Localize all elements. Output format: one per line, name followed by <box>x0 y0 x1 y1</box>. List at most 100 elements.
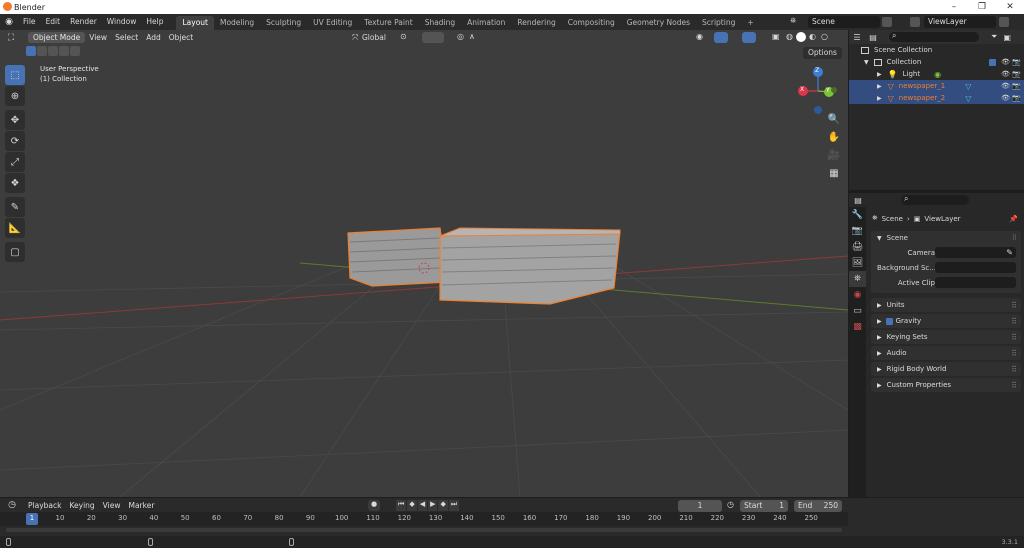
viewport-scene[interactable] <box>0 30 848 497</box>
outliner-editor-type-icon[interactable]: ☰ <box>849 33 865 42</box>
expand-arrow-icon[interactable]: ▶ <box>877 95 882 102</box>
menu-view[interactable]: View <box>85 30 111 45</box>
render-camera-icon[interactable]: 📷 <box>1012 82 1021 90</box>
frame-end-field[interactable]: End 250 <box>794 500 842 512</box>
scene-panel-header[interactable]: ▼ Scene ⠿ <box>871 231 1021 245</box>
tab-scripting[interactable]: Scripting <box>696 16 741 30</box>
pivot-icon[interactable]: ⊙ <box>400 32 407 41</box>
viewlayer-field[interactable]: ViewLayer <box>924 16 996 28</box>
shading-wireframe-icon[interactable]: ◍ <box>786 32 793 41</box>
tab-animation[interactable]: Animation <box>461 16 511 30</box>
tab-layout[interactable]: Layout <box>176 15 214 30</box>
tab-modeling[interactable]: Modeling <box>214 16 260 30</box>
menu-playback[interactable]: Playback <box>24 498 65 513</box>
frame-start-field[interactable]: Start 1 <box>740 500 788 512</box>
panel-drag-icon[interactable]: ⠿ <box>1011 381 1017 390</box>
xray-icon[interactable]: ▣ <box>772 32 780 41</box>
eye-icon[interactable]: 👁 <box>1001 94 1010 102</box>
play-icon[interactable]: ▶ <box>428 500 438 511</box>
pan-hand-icon[interactable]: ✋ <box>826 132 842 150</box>
panel-drag-icon[interactable]: ⠿ <box>1011 349 1017 358</box>
current-frame-field[interactable]: 1 <box>678 500 722 512</box>
close-button[interactable]: ✕ <box>996 0 1024 14</box>
panel-drag-icon[interactable]: ⠿ <box>1011 333 1017 342</box>
prev-keyframe-icon[interactable]: ◆ <box>407 500 417 511</box>
shading-solid-icon[interactable] <box>796 32 806 42</box>
properties-search-input[interactable]: ⌕ <box>901 194 969 205</box>
new-viewlayer-icon[interactable] <box>999 17 1009 27</box>
scale-icon[interactable]: ⤢ <box>5 152 25 172</box>
select-extend-icon[interactable] <box>37 46 47 56</box>
new-scene-icon[interactable] <box>882 17 892 27</box>
pin-icon[interactable]: 📌 <box>1009 215 1018 223</box>
panel-custom-properties[interactable]: ▶ Custom Properties ⠿ <box>871 378 1021 392</box>
zoom-icon[interactable]: 🔍 <box>826 114 842 132</box>
editor-type-icon[interactable]: ⛶ <box>0 33 22 43</box>
cursor-icon[interactable]: ⊕ <box>5 86 25 106</box>
play-reverse-icon[interactable]: ◀ <box>417 500 428 511</box>
add-workspace-button[interactable]: + <box>741 16 759 30</box>
clock-icon[interactable]: ◷ <box>727 500 734 509</box>
texture-tab-icon[interactable]: ▩ <box>849 319 866 335</box>
add-cube-icon[interactable]: ▢ <box>5 242 25 262</box>
gizmo-z-label[interactable]: Z <box>815 67 819 74</box>
panel-drag-icon[interactable]: ⠿ <box>1011 301 1017 310</box>
transform-orientation-dropdown[interactable]: Global <box>362 32 386 43</box>
panel-rigid-body-world[interactable]: ▶ Rigid Body World ⠿ <box>871 362 1021 376</box>
menu-select[interactable]: Select <box>111 30 142 45</box>
scene-field[interactable]: Scene <box>808 16 880 28</box>
gizmo-y-label[interactable]: Y <box>826 87 830 94</box>
record-icon[interactable]: ● <box>368 500 380 511</box>
eyedropper-icon[interactable]: ✎ <box>1006 248 1013 257</box>
blender-menu-icon[interactable]: ◉ <box>0 17 18 27</box>
expand-arrow-icon[interactable]: ▶ <box>877 83 882 90</box>
render-camera-icon[interactable]: 📷 <box>1012 94 1021 102</box>
outliner-row-newspaper-1[interactable]: ▶ ▽ newspaper_1 ▽ 👁 📷 <box>849 80 1024 92</box>
render-camera-icon[interactable]: 📷 <box>1012 58 1021 66</box>
next-keyframe-icon[interactable]: ◆ <box>438 500 448 511</box>
collection-tab-icon[interactable]: ▭ <box>849 303 866 319</box>
menu-add[interactable]: Add <box>142 30 165 45</box>
menu-file[interactable]: File <box>18 14 41 30</box>
display-mode-icon[interactable]: ▤ <box>865 33 881 42</box>
panel-drag-icon[interactable]: ⠿ <box>1011 317 1017 326</box>
visibility-icon[interactable]: ◉ <box>696 32 703 41</box>
menu-object[interactable]: Object <box>165 30 197 45</box>
tab-rendering[interactable]: Rendering <box>511 16 561 30</box>
gizmo-x-label[interactable]: X <box>800 86 804 93</box>
select-subtract-icon[interactable] <box>48 46 58 56</box>
view-layer-tab-icon[interactable]: 🖼 <box>849 255 866 271</box>
eye-icon[interactable]: 👁 <box>1001 82 1010 90</box>
overlay-toggle-icon[interactable] <box>742 32 756 43</box>
outliner-row-light[interactable]: ▶ 💡 Light ◉ 👁 📷 <box>849 68 1024 80</box>
scene-selector-icon[interactable]: ⛯ <box>790 16 796 26</box>
menu-edit[interactable]: Edit <box>41 14 66 30</box>
panel-drag-icon[interactable]: ⠿ <box>1011 365 1017 374</box>
scene-tab-icon[interactable]: ⛯ <box>849 271 866 287</box>
expand-arrow-icon[interactable]: ▶ <box>877 71 882 78</box>
perspective-grid-icon[interactable]: ▦ <box>826 168 842 186</box>
tab-uv-editing[interactable]: UV Editing <box>307 16 358 30</box>
checkbox-icon[interactable] <box>989 58 996 66</box>
options-button[interactable]: Options <box>803 47 842 59</box>
tab-texture-paint[interactable]: Texture Paint <box>358 16 418 30</box>
background-scene-field[interactable] <box>935 262 1016 273</box>
outliner-row-newspaper-2[interactable]: ▶ ▽ newspaper_2 ▽ 👁 📷 <box>849 92 1024 104</box>
select-invert-icon[interactable] <box>59 46 69 56</box>
snap-icon[interactable] <box>422 32 444 43</box>
jump-end-icon[interactable]: ⏭ <box>448 500 460 511</box>
render-tab-icon[interactable]: 📷 <box>849 223 866 239</box>
outliner-row-scene-collection[interactable]: Scene Collection <box>849 44 1024 56</box>
panel-audio[interactable]: ▶ Audio ⠿ <box>871 346 1021 360</box>
rotate-icon[interactable]: ⟳ <box>5 131 25 151</box>
new-collection-icon[interactable]: ▣ <box>1003 33 1011 42</box>
gravity-checkbox[interactable] <box>885 317 893 325</box>
render-camera-icon[interactable]: 📷 <box>1012 70 1021 78</box>
menu-render[interactable]: Render <box>65 14 102 30</box>
outliner-search-input[interactable]: ⌕ <box>889 31 979 42</box>
eye-icon[interactable]: 👁 <box>1001 58 1010 66</box>
tab-sculpting[interactable]: Sculpting <box>260 16 307 30</box>
timeline-editor-type-icon[interactable]: ◷ <box>0 500 24 510</box>
falloff-icon[interactable]: ∧ <box>469 32 475 41</box>
panel-drag-icon[interactable]: ⠿ <box>1012 234 1017 242</box>
